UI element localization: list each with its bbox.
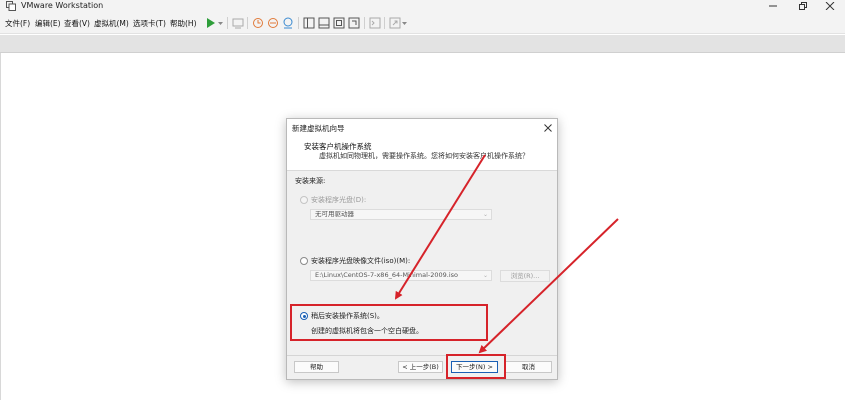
disc-radio[interactable] [300,196,308,204]
install-later-highlight [290,304,488,341]
close-icon [825,2,835,10]
unity-icon[interactable] [347,16,361,30]
dialog-title: 新建虚拟机向导 [292,124,345,133]
help-button[interactable]: 帮助 [294,361,339,373]
revert-snapshot-icon[interactable] [266,16,280,30]
window-title: VMware Workstation [21,1,104,10]
close-window-button[interactable] [815,0,845,12]
console-icon[interactable] [368,16,382,30]
chevron-down-icon: ⌄ [482,272,488,279]
next-button-highlight [446,354,506,379]
tab-strip [0,35,845,53]
iso-path-value: E:\Linux\CentOS-7-x86_64-Minimal-2009.is… [315,271,459,279]
menu-help[interactable]: 帮助(H) [170,18,197,29]
dialog-titlebar: 新建虚拟机向导 [287,119,557,137]
browse-button[interactable]: 浏览(R)... [500,270,550,282]
stretch-icon[interactable] [388,16,402,30]
menu-vm[interactable]: 虚拟机(M) [94,18,129,29]
disc-option-label: 安装程序光盘(D): [311,196,367,204]
toolbar-separator [384,17,385,29]
toolbar-separator [364,17,365,29]
restore-button[interactable] [788,0,818,12]
toolbar-separator [227,17,228,29]
restore-icon [799,2,807,10]
sidebar-view-icon[interactable] [302,16,316,30]
stretch-dropdown-icon[interactable] [401,16,408,30]
menu-file[interactable]: 文件(F) [5,18,30,29]
back-button[interactable]: < 上一步(B) [398,361,443,373]
fullscreen-icon[interactable] [332,16,346,30]
vmware-logo-icon [6,1,16,11]
disc-drive-select[interactable]: 无可用驱动器 ⌄ [310,209,492,220]
snapshot-manager-icon[interactable] [281,16,295,30]
cancel-button[interactable]: 取消 [505,361,552,373]
menu-tabs[interactable]: 选项卡(T) [133,18,166,29]
play-icon[interactable] [204,16,218,30]
menu-edit[interactable]: 编辑(E) [35,18,61,29]
play-dropdown-icon[interactable] [217,16,224,30]
close-icon[interactable] [542,122,554,134]
footer-separator [287,355,557,356]
toolbar-separator [247,17,248,29]
toolbar-separator [298,17,299,29]
iso-radio[interactable] [300,257,308,265]
iso-option-label: 安装程序光盘映像文件(iso)(M): [311,257,411,265]
disc-drive-value: 无可用驱动器 [315,210,354,218]
source-label: 安装来源: [295,177,326,185]
minimize-icon [769,5,777,7]
chevron-down-icon: ⌄ [482,211,488,218]
snapshot-icon[interactable] [251,16,265,30]
window-titlebar: VMware Workstation [0,0,845,12]
header-subtitle: 虚拟机如同物理机，需要操作系统。您将如何安装客户机操作系统？ [319,152,529,160]
iso-path-input[interactable]: E:\Linux\CentOS-7-x86_64-Minimal-2009.is… [310,270,492,281]
dialog-header: 安装客户机操作系统 虚拟机如同物理机，需要操作系统。您将如何安装客户机操作系统？ [287,137,557,171]
thumbnail-view-icon[interactable] [317,16,331,30]
send-keys-icon[interactable] [231,16,245,30]
menu-bar: 文件(F) 编辑(E) 查看(V) 虚拟机(M) 选项卡(T) 帮助(H) [0,12,845,34]
library-edge [0,53,1,400]
new-vm-wizard-dialog: 新建虚拟机向导 安装客户机操作系统 虚拟机如同物理机，需要操作系统。您将如何安装… [286,118,558,380]
minimize-button[interactable] [758,0,788,12]
menu-view[interactable]: 查看(V) [64,18,90,29]
